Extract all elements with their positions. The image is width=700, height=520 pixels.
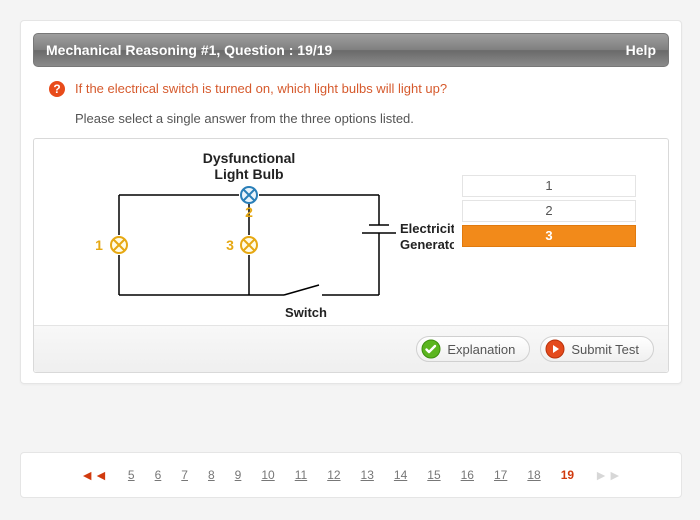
content-panel: Dysfunctional Light Bulb 2 1 3 Electrici… — [33, 138, 669, 373]
pager-prev-icon[interactable]: ◄◄ — [80, 467, 108, 483]
play-circle-icon — [545, 339, 565, 359]
bulb-3-label: 3 — [226, 237, 234, 253]
pager-link[interactable]: 9 — [235, 468, 242, 482]
check-circle-icon — [421, 339, 441, 359]
header-bar: Mechanical Reasoning #1, Question : 19/1… — [33, 33, 669, 67]
pager-link[interactable]: 5 — [128, 468, 135, 482]
pager-link[interactable]: 18 — [527, 468, 540, 482]
generator-label-1: Electricity — [400, 221, 454, 236]
pager-link[interactable]: 12 — [327, 468, 340, 482]
help-button[interactable]: Help — [626, 42, 656, 58]
pager-link[interactable]: 15 — [427, 468, 440, 482]
pager-next-icon[interactable]: ►► — [594, 467, 622, 483]
answer-options: 1 2 3 — [454, 145, 658, 325]
submit-button[interactable]: Submit Test — [540, 336, 654, 362]
pager-link[interactable]: 10 — [261, 468, 274, 482]
pager-link[interactable]: 13 — [361, 468, 374, 482]
explanation-label: Explanation — [447, 342, 515, 357]
pager-link[interactable]: 8 — [208, 468, 215, 482]
circuit-diagram: Dysfunctional Light Bulb 2 1 3 Electrici… — [44, 145, 454, 325]
question-mark-icon: ? — [49, 81, 65, 97]
dysfunctional-label-2: Light Bulb — [214, 166, 283, 182]
generator-label-2: Generator — [400, 237, 454, 252]
submit-label: Submit Test — [571, 342, 639, 357]
explanation-button[interactable]: Explanation — [416, 336, 530, 362]
option-2[interactable]: 2 — [462, 200, 636, 222]
header-title: Mechanical Reasoning #1, Question : 19/1… — [46, 42, 332, 58]
pager-current: 19 — [561, 468, 574, 482]
bulb-2-label: 2 — [245, 204, 253, 220]
option-3[interactable]: 3 — [462, 225, 636, 247]
instruction-text: Please select a single answer from the t… — [21, 101, 681, 138]
pager: ◄◄ 5 6 7 8 9 10 11 12 13 14 15 16 17 18 … — [20, 452, 682, 498]
pager-link[interactable]: 16 — [461, 468, 474, 482]
option-1[interactable]: 1 — [462, 175, 636, 197]
quiz-card: Mechanical Reasoning #1, Question : 19/1… — [20, 20, 682, 384]
pager-link[interactable]: 14 — [394, 468, 407, 482]
question-row: ? If the electrical switch is turned on,… — [21, 79, 681, 101]
bulb-1-label: 1 — [95, 237, 103, 253]
button-bar: Explanation Submit Test — [34, 325, 668, 372]
switch-label: Switch — [285, 305, 327, 320]
dysfunctional-label-1: Dysfunctional — [203, 150, 296, 166]
question-text: If the electrical switch is turned on, w… — [75, 81, 447, 96]
pager-link[interactable]: 17 — [494, 468, 507, 482]
pager-link[interactable]: 11 — [295, 468, 307, 482]
pager-link[interactable]: 7 — [181, 468, 188, 482]
pager-link[interactable]: 6 — [155, 468, 162, 482]
